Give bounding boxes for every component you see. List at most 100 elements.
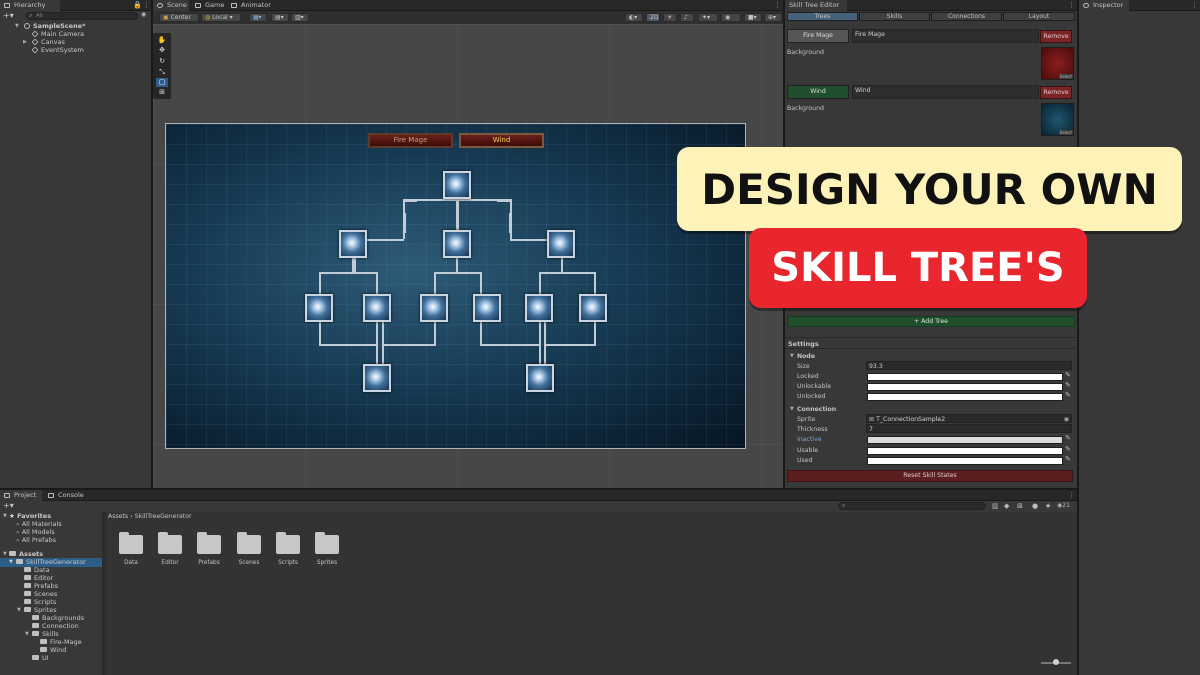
eyedropper-icon[interactable]: ✎ bbox=[1065, 445, 1071, 453]
size-field[interactable]: 93.3 bbox=[866, 361, 1072, 370]
eyedropper-icon[interactable]: ✎ bbox=[1065, 371, 1071, 379]
tab-project[interactable]: Project bbox=[0, 490, 42, 501]
eyedropper-icon[interactable]: ✎ bbox=[1065, 381, 1071, 389]
folder-tile-data[interactable] bbox=[119, 532, 143, 554]
gizmos-button[interactable]: ⊕▾ bbox=[764, 13, 782, 22]
expand-arrow-icon[interactable]: ▼ bbox=[9, 558, 13, 567]
collapse-arrow-icon[interactable]: ▶ bbox=[23, 38, 27, 47]
favorites-star-icon[interactable]: ★ bbox=[1045, 502, 1051, 510]
kebab-menu-icon[interactable]: ⋮ bbox=[1191, 1, 1198, 9]
subtab-trees[interactable]: Trees bbox=[787, 12, 858, 21]
used-color-field[interactable] bbox=[867, 457, 1063, 465]
eyedropper-icon[interactable]: ✎ bbox=[1065, 434, 1071, 442]
breadcrumb-item[interactable]: SkillTreeGenerator bbox=[135, 513, 192, 520]
lighting-toggle[interactable]: ☀ bbox=[663, 13, 677, 22]
expand-arrow-icon[interactable]: ▼ bbox=[25, 630, 29, 639]
project-search-input[interactable]: ⌕ bbox=[838, 502, 986, 510]
eyedropper-icon[interactable]: ✎ bbox=[1065, 455, 1071, 463]
sprite-object-field[interactable]: ⊠ T_ConnectionSample2 ◉ bbox=[866, 414, 1072, 423]
transform-tool-icon[interactable]: ⊞ bbox=[156, 88, 168, 97]
tree-name-field[interactable]: Fire Mage bbox=[852, 29, 1039, 43]
tree-background-field[interactable]: Select bbox=[1041, 103, 1074, 136]
folder-tile-editor[interactable] bbox=[158, 532, 182, 554]
tree-remove-button[interactable]: Remove bbox=[1040, 30, 1072, 43]
subtab-connections[interactable]: Connections bbox=[931, 12, 1002, 21]
move-tool-icon[interactable]: ✥ bbox=[156, 46, 168, 55]
skill-node-right[interactable] bbox=[547, 230, 575, 258]
unlockable-color-field[interactable] bbox=[867, 383, 1063, 391]
skill-node-root[interactable] bbox=[443, 171, 471, 199]
skill-node-center[interactable] bbox=[443, 230, 471, 258]
audio-toggle[interactable]: ♪ bbox=[680, 13, 694, 22]
grid-toggle-button[interactable]: ▥▾ bbox=[291, 13, 309, 22]
tab-inspector[interactable]: Inspector bbox=[1079, 0, 1129, 11]
lock-icon[interactable]: 🔒 bbox=[133, 1, 142, 9]
visibility-icon[interactable]: ◉ bbox=[141, 11, 146, 18]
filter-type-icon[interactable]: ▥ bbox=[992, 502, 999, 510]
draw-mode-button[interactable]: ◐▾ bbox=[625, 13, 643, 22]
tab-animator[interactable]: Animator bbox=[227, 0, 275, 11]
background-select-label[interactable]: Select bbox=[1058, 130, 1073, 135]
filter-favorites-icon[interactable]: ⊠ bbox=[1017, 502, 1023, 510]
breadcrumb-item[interactable]: Assets bbox=[108, 513, 128, 520]
space-dropdown[interactable]: ◍ Local ▾ bbox=[201, 13, 241, 22]
tree-select-button-fire-mage[interactable]: Fire Mage bbox=[787, 29, 849, 43]
skill-node-left[interactable] bbox=[339, 230, 367, 258]
camera-settings-button[interactable]: ■▾ bbox=[744, 13, 762, 22]
kebab-menu-icon[interactable]: ⋮ bbox=[143, 1, 150, 9]
folder-skilltreegenerator[interactable]: ▼ SkillTreeGenerator bbox=[0, 558, 102, 567]
search-settings-icon[interactable]: ● bbox=[1032, 502, 1038, 510]
node-foldout-arrow-icon[interactable]: ▼ bbox=[790, 353, 794, 359]
hidden-objects-button[interactable]: ◉ bbox=[721, 13, 741, 22]
folder-ui[interactable]: UI bbox=[32, 654, 49, 663]
usable-color-field[interactable] bbox=[867, 447, 1063, 455]
tree-remove-button[interactable]: Remove bbox=[1040, 86, 1072, 99]
kebab-menu-icon[interactable]: ⋮ bbox=[774, 1, 781, 9]
favorites-item-prefabs[interactable]: ⌕ All Prefabs bbox=[16, 536, 56, 545]
add-object-button[interactable]: +▾ bbox=[3, 11, 14, 20]
expand-arrow-icon[interactable]: ▼ bbox=[15, 22, 19, 31]
pivot-dropdown[interactable]: ▣ Center ▾ bbox=[159, 13, 199, 29]
scale-tool-icon[interactable]: ⤡ bbox=[156, 68, 168, 77]
mode-2d-toggle[interactable]: 2D bbox=[646, 13, 660, 22]
tree-button-fire-mage[interactable]: Fire Mage bbox=[368, 133, 453, 148]
snap-increment-button[interactable]: ▤▾ bbox=[271, 13, 289, 22]
subtab-skills[interactable]: Skills bbox=[859, 12, 930, 21]
folder-tile-scenes[interactable] bbox=[237, 532, 261, 554]
unlocked-color-field[interactable] bbox=[867, 393, 1063, 401]
skill-node-tier4-right[interactable] bbox=[526, 364, 554, 392]
create-asset-button[interactable]: +▾ bbox=[3, 501, 14, 510]
connection-foldout-arrow-icon[interactable]: ▼ bbox=[790, 406, 794, 412]
folder-tile-prefabs[interactable] bbox=[197, 532, 221, 554]
kebab-menu-icon[interactable]: ⋮ bbox=[1068, 1, 1075, 9]
locked-color-field[interactable] bbox=[867, 373, 1063, 381]
skill-node-tier4-left[interactable] bbox=[363, 364, 391, 392]
filter-label-icon[interactable]: ◆ bbox=[1004, 502, 1009, 510]
expand-arrow-icon[interactable]: ▼ bbox=[17, 606, 21, 615]
subtab-layout[interactable]: Layout bbox=[1003, 12, 1075, 21]
eyedropper-icon[interactable]: ✎ bbox=[1065, 391, 1071, 399]
expand-arrow-icon[interactable]: ▼ bbox=[3, 512, 7, 521]
skill-node-tier3-4[interactable] bbox=[473, 294, 501, 322]
object-picker-icon[interactable]: ◉ bbox=[1064, 415, 1069, 424]
rect-tool-icon[interactable]: ▢ bbox=[156, 78, 168, 87]
rotate-tool-icon[interactable]: ↻ bbox=[156, 57, 168, 66]
background-select-label[interactable]: Select bbox=[1058, 74, 1073, 79]
tab-game[interactable]: Game bbox=[191, 0, 225, 11]
hierarchy-search-input[interactable]: ⌕ All bbox=[26, 12, 138, 20]
reset-skill-states-button[interactable]: Reset Skill States bbox=[787, 470, 1073, 482]
tab-hierarchy[interactable]: Hierarchy bbox=[0, 0, 60, 11]
grid-snap-button[interactable]: ▦▾ bbox=[249, 13, 267, 22]
tree-name-field[interactable]: Wind bbox=[852, 85, 1039, 99]
skill-node-tier3-5[interactable] bbox=[525, 294, 553, 322]
tree-button-wind[interactable]: Wind bbox=[459, 133, 544, 148]
tree-background-field[interactable]: Select bbox=[1041, 47, 1074, 80]
tree-select-button-wind[interactable]: Wind bbox=[787, 85, 849, 99]
tab-scene[interactable]: Scene bbox=[153, 0, 189, 11]
skill-node-tier3-1[interactable] bbox=[305, 294, 333, 322]
kebab-menu-icon[interactable]: ⋮ bbox=[1068, 491, 1075, 499]
hand-tool-icon[interactable]: ✋ bbox=[156, 36, 168, 45]
hierarchy-item-eventsystem[interactable]: EventSystem bbox=[31, 46, 84, 55]
skill-node-tier3-2[interactable] bbox=[363, 294, 391, 322]
skill-node-tier3-6[interactable] bbox=[579, 294, 607, 322]
